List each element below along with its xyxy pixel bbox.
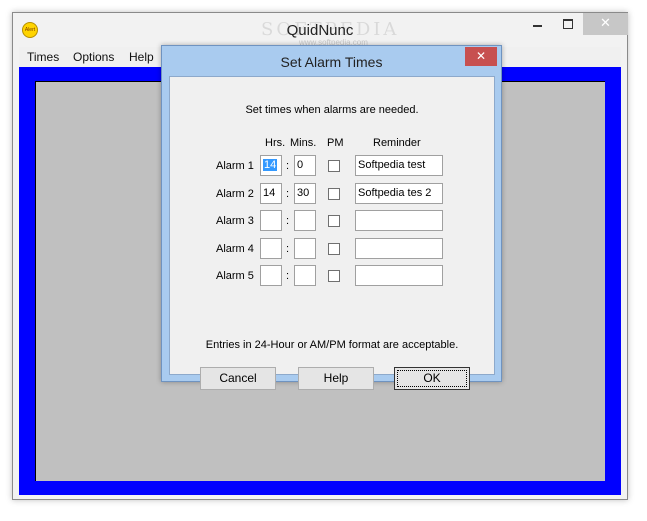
alarm-1-label: Alarm 1 <box>216 160 254 172</box>
instruction-text: Set times when alarms are needed. <box>245 104 419 116</box>
minimize-button[interactable] <box>523 13 552 35</box>
alarm-3-pm-checkbox[interactable] <box>328 215 340 227</box>
cancel-button[interactable]: Cancel <box>200 367 276 390</box>
colon: : <box>286 243 290 255</box>
alarm-1-mins-input[interactable]: 0 <box>294 155 316 176</box>
alarm-2-hrs-input[interactable]: 14 <box>260 183 282 204</box>
alarm-1-reminder-input[interactable]: Softpedia test <box>355 155 443 176</box>
alarm-2-reminder-input[interactable]: Softpedia tes 2 <box>355 183 443 204</box>
colon: : <box>286 188 290 200</box>
alarm-3-hrs-input[interactable] <box>260 210 282 231</box>
alarm-3-mins-input[interactable] <box>294 210 316 231</box>
alarm-3-reminder-input[interactable] <box>355 210 443 231</box>
close-button[interactable]: ✕ <box>583 13 628 35</box>
alarm-1-pm-checkbox[interactable] <box>328 160 340 172</box>
help-button[interactable]: Help <box>298 367 374 390</box>
alarm-4-pm-checkbox[interactable] <box>328 243 340 255</box>
alarm-3-label: Alarm 3 <box>216 215 254 227</box>
menu-help[interactable]: Help <box>129 50 154 64</box>
alarm-4-hrs-input[interactable] <box>260 238 282 259</box>
menu-options[interactable]: Options <box>73 50 114 64</box>
alarm-2-label: Alarm 2 <box>216 188 254 200</box>
alarm-5-pm-checkbox[interactable] <box>328 270 340 282</box>
format-note: Entries in 24-Hour or AM/PM format are a… <box>205 339 459 351</box>
header-mins: Mins. <box>290 137 317 149</box>
alarm-4-reminder-input[interactable] <box>355 238 443 259</box>
dialog-body: Set times when alarms are needed. Hrs. M… <box>169 76 495 390</box>
alarm-4-mins-input[interactable] <box>294 238 316 259</box>
alarm-5-mins-input[interactable] <box>294 265 316 286</box>
alarm-2-pm-checkbox[interactable] <box>328 188 340 200</box>
dialog-close-button[interactable]: ✕ <box>465 47 497 66</box>
title-bar[interactable]: Alert SOFTPEDIA www.softpedia.com QuidNu… <box>13 13 628 47</box>
header-reminder: Reminder <box>373 137 421 149</box>
menu-times[interactable]: Times <box>27 50 59 64</box>
maximize-button[interactable] <box>553 13 582 35</box>
alarm-1-hrs-value: 14 <box>263 159 278 171</box>
minimize-icon <box>533 24 542 27</box>
set-alarm-dialog: Set Alarm Times ✕ Set times when alarms … <box>161 45 502 390</box>
alarm-4-label: Alarm 4 <box>216 243 254 255</box>
alarm-2-mins-input[interactable]: 30 <box>294 183 316 204</box>
header-hrs: Hrs. <box>265 137 286 149</box>
maximize-icon <box>562 18 573 29</box>
colon: : <box>286 270 290 282</box>
colon: : <box>286 160 290 172</box>
alarm-5-label: Alarm 5 <box>216 270 254 282</box>
colon: : <box>286 215 290 227</box>
alarm-5-hrs-input[interactable] <box>260 265 282 286</box>
dialog-title: Set Alarm Times <box>280 54 383 70</box>
alarm-5-reminder-input[interactable] <box>355 265 443 286</box>
header-pm: PM <box>327 137 344 149</box>
alarm-1-hrs-input[interactable]: 14 <box>260 155 282 176</box>
ok-button[interactable]: OK <box>394 367 470 390</box>
